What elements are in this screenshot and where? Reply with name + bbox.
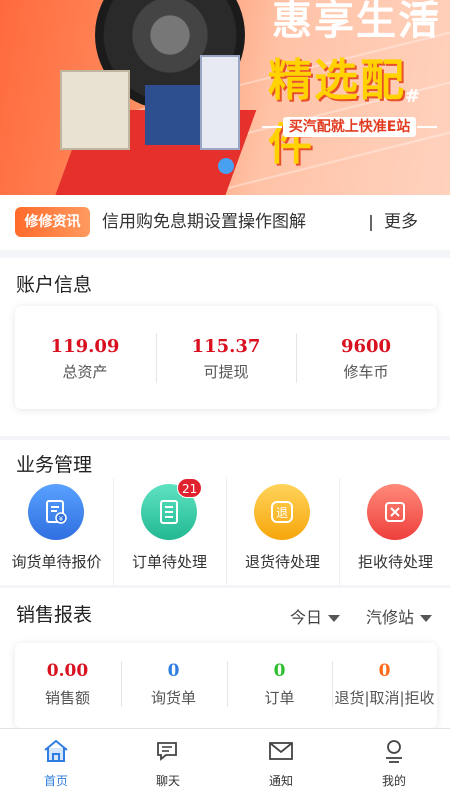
tab-chat[interactable]: 聊天 (112, 729, 224, 800)
tab-profile[interactable]: 我的 (338, 729, 450, 800)
account-label: 修车币 (343, 363, 389, 381)
business-item-rejections[interactable]: 拒收待处理 (339, 478, 450, 585)
business-item-label: 订单待处理 (131, 553, 207, 571)
account-section: 账户信息 119.09 总资产 115.37 可提现 9600 修车币 (0, 258, 450, 436)
sales-value: 0 (273, 661, 286, 681)
banner-main-text: 精选配件 (268, 55, 406, 170)
promo-banner[interactable]: 惠享生活 精选配件 # 买汽配就上快准E站 (0, 0, 450, 195)
account-label: 可提现 (203, 363, 249, 381)
news-bar: 修修资讯 信用购免息期设置操作图解 更多 (0, 195, 450, 250)
mail-icon (269, 742, 293, 760)
account-card: 119.09 总资产 115.37 可提现 9600 修车币 (15, 306, 437, 409)
return-icon: 退 (254, 484, 310, 540)
period-filter[interactable]: 今日 (290, 604, 341, 628)
profile-icon (386, 740, 402, 763)
news-divider (370, 215, 372, 231)
product-box-image (60, 70, 130, 150)
business-section: 业务管理 ¥ 询货单待报价 21 订单待处理 退 退货待处理 拒收待处理 (0, 440, 450, 585)
banner-hash: # (405, 86, 421, 107)
chevron-down-icon (420, 615, 433, 622)
sales-label: 询货单 (150, 689, 196, 707)
tab-home[interactable]: 首页 (0, 729, 112, 800)
scope-filter-label: 汽修站 (366, 608, 415, 627)
order-count-badge: 21 (177, 478, 203, 498)
sales-item-inquiries[interactable]: 0 询货单 (121, 643, 226, 708)
period-filter-label: 今日 (290, 608, 323, 627)
banner-dot (218, 158, 234, 174)
reject-icon (367, 484, 423, 540)
sales-item-returns[interactable]: 0 退货|取消|拒收 (332, 643, 437, 708)
return-glyph: 退 (276, 506, 288, 520)
sales-section: 销售报表 今日 汽修站 0.00 销售额 0 询货单 0 订单 0 退货|取消|… (0, 588, 450, 728)
account-item-coins[interactable]: 9600 修车币 (296, 306, 436, 409)
home-icon (44, 739, 68, 762)
business-item-orders[interactable]: 21 订单待处理 (113, 478, 226, 585)
sales-title: 销售报表 (16, 604, 93, 626)
business-title: 业务管理 (16, 454, 93, 476)
tab-label: 我的 (381, 774, 406, 788)
sales-label: 退货|取消|拒收 (334, 689, 435, 707)
news-more-link[interactable]: 更多 (384, 207, 418, 237)
sales-label: 销售额 (44, 689, 90, 707)
banner-slogan-text: 买汽配就上快准E站 (282, 117, 417, 137)
news-tag: 修修资讯 (15, 207, 90, 237)
tab-label: 聊天 (155, 774, 180, 788)
tab-notifications[interactable]: 通知 (225, 729, 337, 800)
account-value: 119.09 (50, 336, 120, 357)
svg-text:¥: ¥ (59, 515, 64, 523)
scope-filter[interactable]: 汽修站 (366, 604, 433, 628)
tab-label: 首页 (43, 774, 68, 788)
account-value: 115.37 (191, 336, 261, 357)
sales-value: 0 (167, 661, 180, 681)
sales-value: 0 (378, 661, 391, 681)
business-item-label: 拒收待处理 (357, 553, 433, 571)
sales-item-orders[interactable]: 0 订单 (227, 643, 332, 708)
account-item-withdrawable[interactable]: 115.37 可提现 (156, 306, 296, 409)
menu-icon[interactable] (412, 2, 438, 22)
sales-item-revenue[interactable]: 0.00 销售额 (15, 643, 120, 708)
sales-value: 0.00 (46, 661, 89, 681)
sales-card: 0.00 销售额 0 询货单 0 订单 0 退货|取消|拒收 (15, 643, 437, 728)
account-item-total-assets[interactable]: 119.09 总资产 (15, 306, 155, 409)
tab-label: 通知 (268, 774, 293, 788)
business-item-label: 询货单待报价 (11, 553, 102, 571)
banner-slogan: 买汽配就上快准E站 (262, 116, 437, 137)
news-headline[interactable]: 信用购免息期设置操作图解 (102, 207, 306, 237)
bottom-tab-bar: 首页 聊天 通知 我的 (0, 728, 450, 800)
chevron-down-icon (328, 615, 341, 622)
account-label: 总资产 (62, 363, 108, 381)
business-item-inquiry[interactable]: ¥ 询货单待报价 (0, 478, 113, 585)
account-title: 账户信息 (16, 274, 93, 296)
product-box-image (200, 55, 240, 150)
inquiry-doc-icon: ¥ (28, 484, 84, 540)
business-item-returns[interactable]: 退 退货待处理 (226, 478, 339, 585)
business-item-label: 退货待处理 (244, 553, 320, 571)
chat-icon (157, 742, 177, 761)
account-value: 9600 (340, 336, 392, 357)
sales-label: 订单 (264, 689, 295, 707)
